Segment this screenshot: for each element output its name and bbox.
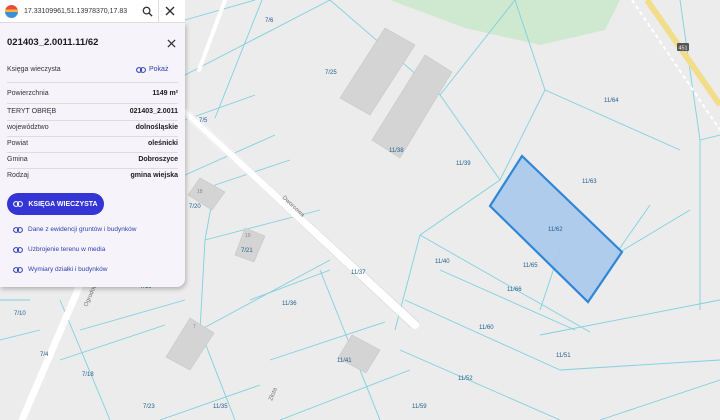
parcel-label: 7/18 (82, 372, 94, 378)
info-label: Powierzchnia (7, 90, 49, 97)
land-register-label: Księga wieczysta (7, 66, 61, 73)
parcel-title: 021403_2.0011.11/62 (7, 37, 99, 48)
link-icon (13, 246, 23, 253)
clear-search-button[interactable] (159, 0, 181, 22)
app-logo-icon (5, 4, 18, 18)
parcel-label: 7/21 (241, 248, 253, 254)
info-label: Gmina (7, 156, 28, 163)
road-number-shield: 451 (677, 43, 689, 52)
parcel-label: 11/59 (412, 404, 427, 410)
parcel-label: 11/62 (548, 227, 563, 233)
info-value: 021403_2.0011 (129, 108, 178, 115)
parcel-label: 11/52 (458, 376, 473, 382)
parcel-label: 11/41 (337, 358, 352, 364)
parcel-info-panel: 021403_2.0011.11/62 Księga wieczysta Pok… (0, 23, 185, 287)
parcel-label: 11/65 (523, 263, 538, 269)
parcel-label: 11/66 (507, 287, 522, 293)
close-icon (166, 38, 176, 48)
parcel-label: 7/20 (189, 204, 201, 210)
search-button[interactable] (136, 0, 158, 22)
info-label: Rodzaj (7, 172, 29, 179)
parcel-label: 11/63 (582, 179, 597, 185)
parcel-label: 11/38 (389, 148, 404, 154)
info-row-county: Powiat oleśnicki (7, 138, 178, 150)
parcel-label: 11/39 (456, 161, 471, 167)
parcel-label: 11/60 (479, 325, 494, 331)
road-number-label: 451 (678, 46, 687, 52)
info-label: TERYT OBRĘB (7, 108, 57, 115)
utilities-link[interactable]: Uzbrojenie terenu w media (13, 246, 105, 253)
info-value: gmina wiejska (130, 172, 178, 179)
link-icon (136, 66, 146, 73)
parcel-label: 11/40 (435, 259, 450, 265)
close-panel-button[interactable] (164, 36, 178, 50)
divider (7, 82, 178, 83)
parcel-label: 11/36 (282, 301, 297, 307)
link-icon (13, 266, 23, 273)
parcel-label: 7/5 (199, 118, 208, 124)
info-row-voivodeship: województwo dolnośląskie (7, 122, 178, 134)
parcel-label: 11/64 (604, 98, 619, 104)
parcel-label: 7/4 (40, 352, 49, 358)
link-label: Dane z ewidencji gruntów i budynków (28, 226, 137, 233)
divider (7, 136, 178, 137)
show-land-register-link[interactable]: Pokaż (136, 66, 168, 73)
parcel-label: 7/10 (14, 311, 26, 317)
land-register-button-label: KSIĘGA WIECZYSTA (28, 200, 98, 208)
info-row-teryt: TERYT OBRĘB 021403_2.0011 (7, 106, 178, 118)
info-row-type: Rodzaj gmina wiejska (7, 170, 178, 182)
info-label: województwo (7, 124, 49, 131)
info-row-area: Powierzchnia 1149 m² (7, 88, 178, 100)
info-value: oleśnicki (148, 140, 178, 147)
divider (7, 168, 178, 169)
land-register-button[interactable]: KSIĘGA WIECZYSTA (7, 193, 104, 215)
building-label: 18 (197, 189, 203, 195)
info-label: Powiat (7, 140, 29, 147)
parcel-label: 7/6 (265, 18, 274, 24)
parcel-label: 11/51 (556, 353, 571, 359)
link-icon (13, 226, 23, 233)
building-label: 19 (245, 233, 251, 239)
dimensions-link[interactable]: Wymiary działki i budynków (13, 266, 107, 273)
parcel-label: 7/25 (325, 70, 337, 76)
parcel-label: 11/37 (351, 270, 366, 276)
show-link-label: Pokaż (149, 66, 169, 73)
link-label: Wymiary działki i budynków (28, 266, 108, 273)
divider (7, 152, 178, 153)
link-icon (13, 201, 24, 207)
parcel-label: 11/35 (213, 404, 228, 410)
link-label: Uzbrojenie terenu w media (28, 246, 106, 253)
divider (7, 120, 178, 121)
info-value: Dobroszyce (138, 156, 178, 163)
building-label: 7 (193, 324, 196, 330)
parcel-label: 7/23 (143, 404, 155, 410)
coordinates-input[interactable] (24, 7, 136, 15)
close-icon (165, 6, 175, 16)
land-records-link[interactable]: Dane z ewidencji gruntów i budynków (13, 226, 136, 233)
search-icon (142, 6, 153, 17)
search-bar (0, 0, 185, 23)
info-value: dolnośląskie (135, 124, 178, 131)
divider (7, 103, 178, 104)
info-value: 1149 m² (152, 90, 178, 97)
info-row-commune: Gmina Dobroszyce (7, 154, 178, 166)
